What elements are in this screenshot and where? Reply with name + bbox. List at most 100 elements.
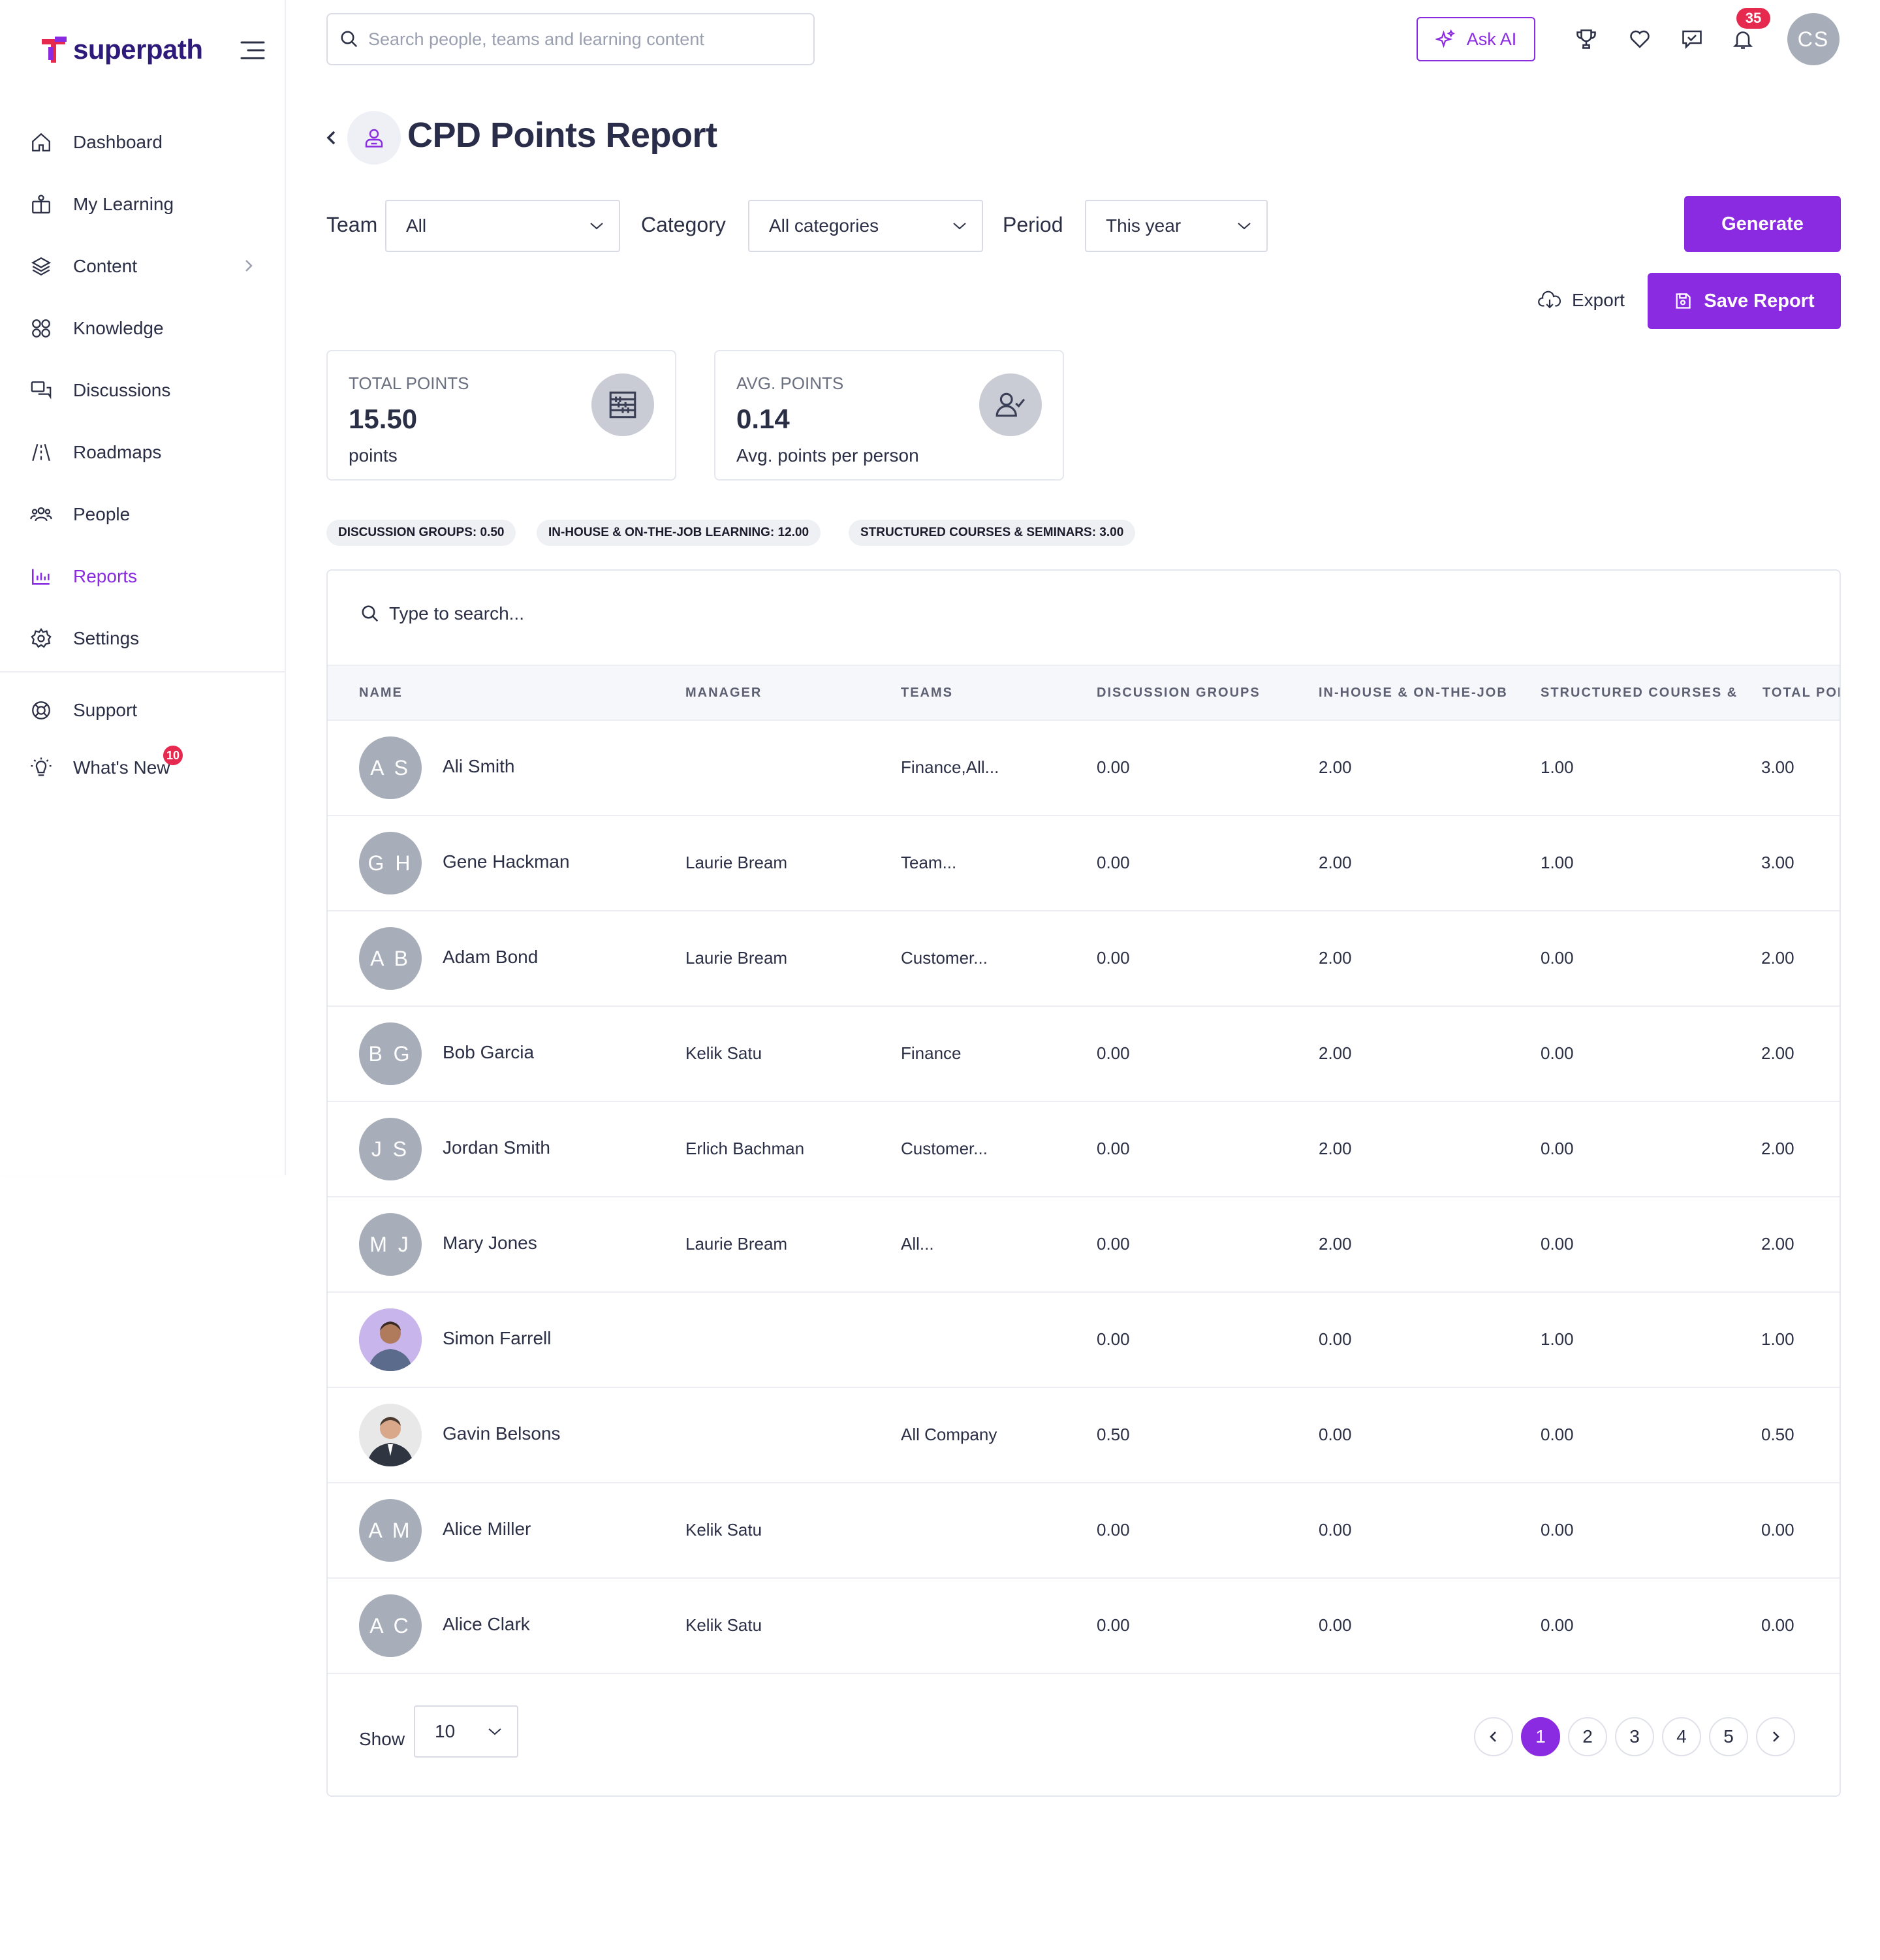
nav-item-reports[interactable]: Reports bbox=[0, 545, 286, 607]
total-points-value: 15.50 bbox=[349, 403, 418, 434]
inhouse-cell: 0.00 bbox=[1319, 1615, 1352, 1635]
nav-item-roadmaps[interactable]: Roadmaps bbox=[0, 421, 286, 483]
table-row[interactable]: A S Ali Smith Finance,All... 0.00 2.00 1… bbox=[328, 719, 1840, 815]
nav-item-content[interactable]: Content bbox=[0, 235, 286, 297]
person-name[interactable]: Gene Hackman bbox=[443, 851, 570, 872]
inhouse-cell: 2.00 bbox=[1319, 1234, 1352, 1254]
menu-toggle-icon[interactable] bbox=[240, 40, 265, 60]
page-button[interactable]: 1 bbox=[1521, 1717, 1560, 1756]
save-icon bbox=[1676, 293, 1691, 309]
export-button[interactable]: Export bbox=[1538, 290, 1625, 311]
structured-cell: 0.00 bbox=[1541, 1425, 1574, 1444]
teams-cell: Customer... bbox=[901, 1139, 988, 1158]
ask-ai-label: Ask AI bbox=[1466, 29, 1517, 49]
person-name[interactable]: Gavin Belsons bbox=[443, 1423, 561, 1444]
nav-label: Content bbox=[73, 255, 138, 276]
discussion-cell: 0.00 bbox=[1097, 853, 1130, 872]
heart-icon[interactable] bbox=[1627, 26, 1653, 52]
person-name[interactable]: Adam Bond bbox=[443, 947, 538, 968]
nav-item-support[interactable]: Support bbox=[0, 682, 286, 739]
feedback-icon[interactable] bbox=[1679, 26, 1705, 52]
column-header[interactable]: DISCUSSION GROUPS bbox=[1097, 686, 1261, 701]
page-title: CPD Points Report bbox=[407, 116, 717, 155]
structured-courses-chip: STRUCTURED COURSES & SEMINARS: 3.00 bbox=[849, 520, 1136, 546]
nav-item-discussions[interactable]: Discussions bbox=[0, 359, 286, 421]
table-search[interactable] bbox=[360, 603, 781, 624]
discussion-cell: 0.00 bbox=[1097, 1234, 1130, 1254]
manager-cell: Kelik Satu bbox=[685, 1615, 762, 1635]
avatar: A B bbox=[359, 927, 422, 990]
period-select[interactable]: This year bbox=[1085, 200, 1268, 252]
page-button[interactable]: 5 bbox=[1709, 1717, 1748, 1756]
nav-item-dashboard[interactable]: Dashboard bbox=[0, 111, 286, 173]
road-icon bbox=[30, 441, 52, 464]
sparkle-icon bbox=[1435, 29, 1455, 48]
column-header[interactable]: TOTAL POI bbox=[1762, 686, 1840, 701]
column-header[interactable]: MANAGER bbox=[685, 686, 762, 701]
manager-cell: Kelik Satu bbox=[685, 1043, 762, 1063]
teams-cell: All Company bbox=[901, 1425, 997, 1444]
page-button[interactable]: 4 bbox=[1662, 1717, 1701, 1756]
category-filter-label: Category bbox=[641, 213, 726, 236]
team-select[interactable]: All bbox=[385, 200, 620, 252]
prev-page-button[interactable] bbox=[1474, 1717, 1513, 1756]
table-row[interactable]: Gavin Belsons All Company 0.50 0.00 0.00… bbox=[328, 1387, 1840, 1482]
table-row[interactable]: Simon Farrell 0.00 0.00 1.00 1.00 bbox=[328, 1291, 1840, 1387]
category-select[interactable]: All categories bbox=[748, 200, 983, 252]
superpath-logo[interactable]: superpath bbox=[39, 34, 203, 65]
total-cell: 0.50 bbox=[1761, 1425, 1794, 1444]
total-cell: 0.00 bbox=[1761, 1520, 1794, 1540]
knowledge-icon bbox=[30, 317, 52, 340]
trophy-icon[interactable] bbox=[1573, 26, 1599, 52]
report-user-icon bbox=[347, 111, 401, 165]
teams-cell: Customer... bbox=[901, 948, 988, 968]
table-row[interactable]: A C Alice Clark Kelik Satu 0.00 0.00 0.0… bbox=[328, 1577, 1840, 1673]
column-header[interactable]: NAME bbox=[359, 686, 403, 701]
person-name[interactable]: Simon Farrell bbox=[443, 1328, 551, 1349]
nav-item-people[interactable]: People bbox=[0, 483, 286, 545]
chat-icon bbox=[30, 379, 52, 402]
search-input[interactable] bbox=[368, 29, 786, 50]
page-size-select[interactable]: 10 bbox=[414, 1705, 518, 1758]
table-row[interactable]: A M Alice Miller Kelik Satu 0.00 0.00 0.… bbox=[328, 1482, 1840, 1577]
nav-item-knowledge[interactable]: Knowledge bbox=[0, 297, 286, 359]
next-page-button[interactable] bbox=[1756, 1717, 1795, 1756]
generate-button[interactable]: Generate bbox=[1684, 196, 1841, 252]
user-avatar[interactable]: CS bbox=[1787, 13, 1840, 65]
nav-label: Knowledge bbox=[73, 317, 164, 338]
brand-name: superpath bbox=[73, 34, 203, 65]
person-name[interactable]: Bob Garcia bbox=[443, 1042, 534, 1063]
person-name[interactable]: Alice Clark bbox=[443, 1614, 530, 1635]
table-row[interactable]: M J Mary Jones Laurie Bream All... 0.00 … bbox=[328, 1196, 1840, 1291]
nav-divider bbox=[0, 671, 286, 672]
page-button[interactable]: 2 bbox=[1568, 1717, 1607, 1756]
secondary-nav: Support What's New 10 bbox=[0, 682, 286, 797]
person-name[interactable]: Mary Jones bbox=[443, 1233, 537, 1254]
page-button[interactable]: 3 bbox=[1615, 1717, 1654, 1756]
table-search-input[interactable] bbox=[389, 603, 781, 624]
person-name[interactable]: Ali Smith bbox=[443, 756, 514, 777]
total-points-label: TOTAL POINTS bbox=[349, 373, 469, 393]
nav-item-settings[interactable]: Settings bbox=[0, 607, 286, 669]
ask-ai-button[interactable]: Ask AI bbox=[1417, 17, 1535, 61]
nav-item-whats-new[interactable]: What's New 10 bbox=[0, 739, 286, 797]
avg-points-card: AVG. POINTS 0.14 Avg. points per person bbox=[714, 350, 1064, 481]
column-header[interactable]: TEAMS bbox=[901, 686, 953, 701]
bell-icon[interactable] bbox=[1730, 26, 1756, 52]
global-search[interactable] bbox=[326, 13, 815, 65]
table-row[interactable]: A B Adam Bond Laurie Bream Customer... 0… bbox=[328, 910, 1840, 1005]
table-row[interactable]: J S Jordan Smith Erlich Bachman Customer… bbox=[328, 1101, 1840, 1196]
table-row[interactable]: B G Bob Garcia Kelik Satu Finance 0.00 2… bbox=[328, 1005, 1840, 1101]
avatar: G H bbox=[359, 832, 422, 894]
save-report-button[interactable]: Save Report bbox=[1648, 273, 1841, 329]
person-name[interactable]: Jordan Smith bbox=[443, 1137, 550, 1158]
nav-item-my-learning[interactable]: My Learning bbox=[0, 173, 286, 235]
column-header[interactable]: IN-HOUSE & ON-THE-JOB bbox=[1319, 686, 1508, 701]
manager-cell: Laurie Bream bbox=[685, 1234, 788, 1254]
back-chevron-icon[interactable] bbox=[324, 128, 339, 148]
manager-cell: Laurie Bream bbox=[685, 853, 788, 872]
column-header[interactable]: STRUCTURED COURSES & bbox=[1541, 686, 1738, 701]
person-name[interactable]: Alice Miller bbox=[443, 1519, 531, 1540]
table-row[interactable]: G H Gene Hackman Laurie Bream Team... 0.… bbox=[328, 815, 1840, 910]
discussion-groups-chip: DISCUSSION GROUPS: 0.50 bbox=[326, 520, 516, 546]
